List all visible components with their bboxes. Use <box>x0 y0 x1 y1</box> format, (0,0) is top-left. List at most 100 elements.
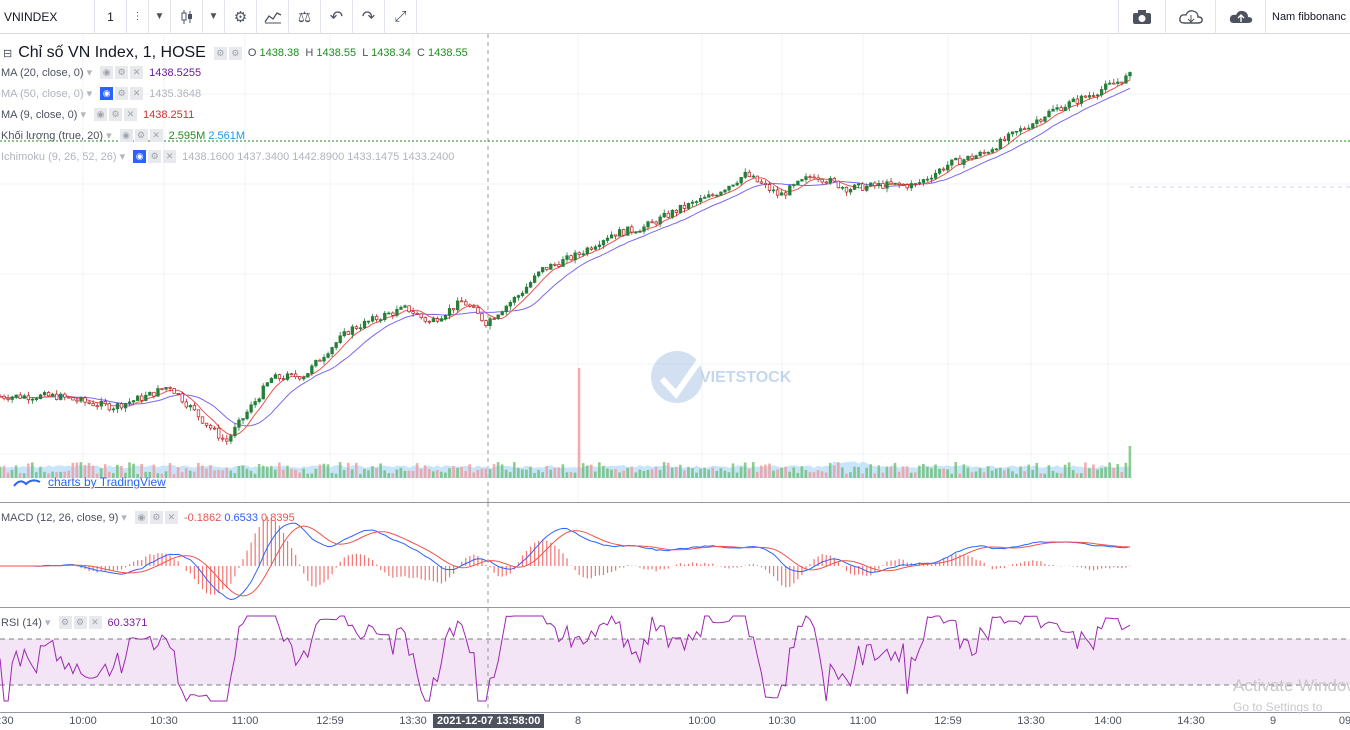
rsi-legend[interactable]: RSI (14) ▾ ⚙ ⚙ ✕ 60.3371 <box>0 616 147 629</box>
candle-body <box>545 267 549 270</box>
candle-body <box>1063 106 1067 111</box>
candle-body <box>500 311 504 316</box>
settings-icon[interactable]: ⚙ <box>148 150 162 163</box>
macd-histogram-bar <box>1117 566 1119 569</box>
volume-bar <box>245 468 249 478</box>
volume-bar <box>269 465 273 478</box>
collapse-legend-icon[interactable]: ⊟ <box>3 47 12 60</box>
volume-bar <box>642 470 646 478</box>
volume-bar <box>824 472 828 478</box>
cloud-upload-icon[interactable] <box>1215 0 1265 34</box>
candle-body <box>95 405 99 408</box>
close-icon[interactable]: ✕ <box>88 616 102 629</box>
camera-icon[interactable] <box>1118 0 1165 34</box>
candle-type-icon[interactable] <box>171 0 203 34</box>
macd-histogram-bar <box>934 564 937 566</box>
close-icon[interactable]: ✕ <box>130 87 144 100</box>
candle-body <box>747 171 751 178</box>
eye-icon[interactable]: ◉ <box>133 150 147 163</box>
candle-body <box>1059 107 1063 111</box>
volume-bar <box>922 463 925 478</box>
chevron-down-icon[interactable]: ▼ <box>203 0 225 34</box>
cloud-download-icon[interactable] <box>1165 0 1215 34</box>
macd-histogram-bar <box>1024 561 1026 566</box>
indicator-legend-ma9[interactable]: MA (9, close, 0) ▾ ◉ ⚙ ✕ 1438.2511 <box>0 108 194 121</box>
settings-icon[interactable]: ⚙ <box>149 511 163 524</box>
candle-body <box>974 155 978 159</box>
eye-icon[interactable]: ◉ <box>94 108 107 121</box>
chart-template-selector[interactable]: Nam fibbonanc <box>1265 0 1350 34</box>
candle-body <box>366 320 371 323</box>
more-intervals-icon[interactable]: ⋮ <box>127 0 149 34</box>
eye-icon[interactable]: ◉ <box>100 87 114 100</box>
volume-bar <box>893 462 897 478</box>
settings-icon[interactable]: ⚙ <box>228 46 242 60</box>
settings-icon[interactable]: ⚙ <box>225 0 257 34</box>
close-icon[interactable]: ✕ <box>149 129 163 142</box>
volume-bar <box>593 471 597 478</box>
main-series-title[interactable]: Chỉ số VN Index, 1, HOSE <box>18 44 206 62</box>
indicator-legend-ma20[interactable]: MA (20, close, 0) ▾ ◉ ⚙ ✕ 1438.5255 <box>0 66 201 79</box>
symbol-search[interactable]: VNINDEX <box>0 0 95 34</box>
close-icon[interactable]: ✕ <box>164 511 178 524</box>
price-chart[interactable]: VIETSTOCK <box>0 34 1350 502</box>
settings-icon[interactable]: ⚙ <box>115 87 129 100</box>
fullscreen-icon[interactable]: ⤢ <box>385 0 417 34</box>
settings-icon[interactable]: ⚙ <box>58 616 72 629</box>
chevron-down-icon[interactable]: ▼ <box>149 0 171 34</box>
candle-body <box>565 255 569 260</box>
volume-bar <box>484 468 488 478</box>
volume-bar <box>209 465 212 478</box>
indicator-legend-ichimoku[interactable]: Ichimoku (9, 26, 52, 26) ▾ ◉ ⚙ ✕ 1438.1600… <box>0 150 454 163</box>
macd-legend[interactable]: MACD (12, 26, close, 9) ▾ ◉ ⚙ ✕ -0.1862 0.… <box>0 511 295 524</box>
candle-body <box>917 182 922 184</box>
macd-histogram-bar <box>853 566 856 576</box>
volume-bar <box>278 462 281 478</box>
volume-bar <box>828 462 832 478</box>
volume-bar <box>180 472 184 478</box>
macd-histogram-bar <box>1040 561 1042 566</box>
candle-body <box>1079 95 1084 104</box>
macd-histogram-bar <box>1105 566 1107 569</box>
close-icon[interactable]: ✕ <box>130 66 144 79</box>
settings-icon[interactable]: ⚙ <box>109 108 122 121</box>
indicator-legend-ma50[interactable]: MA (50, close, 0) ▾ ◉ ⚙ ✕ 1435.3648 <box>0 87 201 100</box>
candle-body <box>775 189 780 196</box>
candle-body <box>597 244 602 248</box>
eye-icon[interactable]: ◉ <box>100 66 114 79</box>
interval-selector[interactable]: 1 <box>95 0 127 34</box>
volume-bar <box>1067 462 1071 478</box>
rsi-chart[interactable] <box>0 608 1350 713</box>
volume-bar <box>302 468 305 478</box>
tradingview-logo-icon <box>13 479 41 487</box>
eye-icon[interactable]: ◉ <box>134 511 148 524</box>
redo-icon[interactable]: ↷ <box>353 0 385 34</box>
candle-body <box>638 231 642 233</box>
macd-histogram-bar <box>675 564 677 566</box>
settings-icon[interactable]: ⚙ <box>213 46 227 60</box>
macd-histogram-bar <box>1113 566 1115 568</box>
macd-histogram-bar <box>562 553 564 566</box>
compare-icon[interactable]: ⚖ <box>289 0 321 34</box>
time-axis[interactable]: :30 10:00 10:30 11:00 12:59 13:30 8 10:0… <box>0 713 1350 730</box>
close-icon[interactable]: ✕ <box>163 150 177 163</box>
indicator-legend-volume[interactable]: Khối lượng (true, 20) ▾ ◉ ⚙ ✕ 2.595M 2.561… <box>0 129 245 142</box>
macd-histogram-bar <box>173 559 175 566</box>
candle-body <box>901 184 905 186</box>
settings-icon[interactable]: ⚙ <box>73 616 87 629</box>
candle-body <box>893 182 897 185</box>
volume-bar <box>1039 473 1043 478</box>
tradingview-brand[interactable]: charts by TradingView <box>12 475 166 489</box>
settings-icon[interactable]: ⚙ <box>115 66 129 79</box>
candle-body <box>970 155 974 159</box>
close-icon[interactable]: ✕ <box>124 108 137 121</box>
indicators-icon[interactable] <box>257 0 289 34</box>
eye-icon[interactable]: ◉ <box>119 129 133 142</box>
volume-bar <box>1059 473 1063 478</box>
volume-bar <box>318 464 322 478</box>
settings-icon[interactable]: ⚙ <box>134 129 148 142</box>
candle-body <box>788 185 792 196</box>
candle-body <box>30 398 35 401</box>
volume-bar <box>399 467 403 478</box>
undo-icon[interactable]: ↶ <box>321 0 353 34</box>
